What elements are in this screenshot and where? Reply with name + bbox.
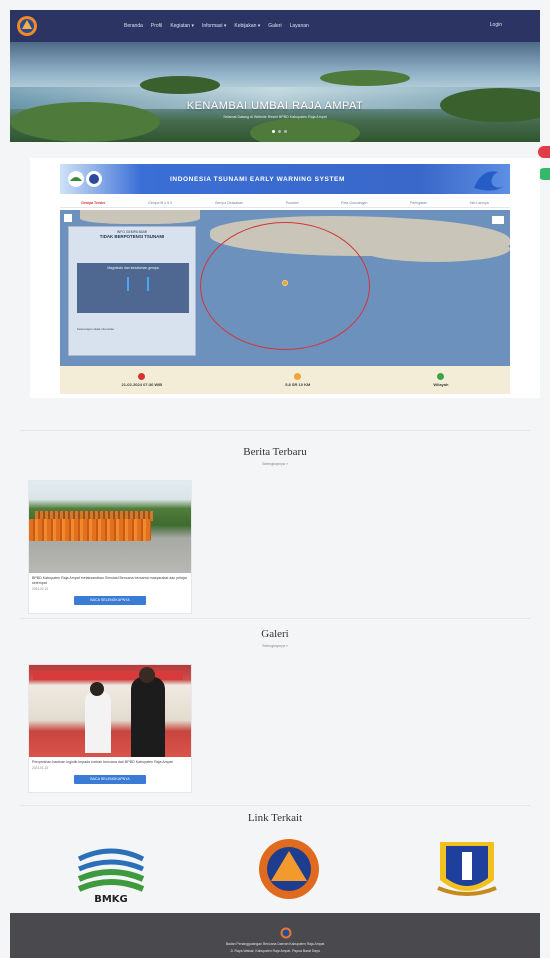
footer-logo-icon — [280, 927, 292, 939]
tab-peta-guncangan[interactable]: Peta Guncangan — [341, 201, 367, 205]
nav-item-kebijakan[interactable]: Kebijakan ▾ — [234, 23, 260, 29]
slider-dot[interactable] — [272, 130, 275, 133]
news-section-title: Berita Terbaru — [243, 446, 307, 458]
epicenter-marker-icon[interactable] — [282, 280, 288, 286]
bnpb-link[interactable] — [244, 836, 334, 902]
tsunami-status: TIDAK BERPOTENSI TSUNAMI — [99, 234, 165, 239]
gallery-section-title: Galeri — [261, 628, 289, 640]
login-link[interactable]: Login — [490, 22, 502, 28]
news-excerpt: BPBD Kabupaten Raja Ampat melaksanakan S… — [32, 576, 188, 585]
map-layer-button[interactable] — [492, 216, 504, 224]
bnpb-logo-icon[interactable] — [16, 15, 38, 37]
stat-time: 21-02-2024 07:36 WIB — [121, 373, 163, 387]
bmkg-bnpb-logos-icon — [68, 171, 102, 187]
read-more-button[interactable]: BACA SELENGKAPNYA — [74, 596, 146, 605]
news-image[interactable] — [29, 481, 191, 573]
bnpb-logo-icon — [259, 839, 319, 899]
earthquake-info-panel: INFO GEMPA BUMI TIDAK BERPOTENSI TSUNAMI… — [68, 226, 196, 356]
footer-agency: Badan Penanggulangan Bencana Daerah Kabu… — [225, 942, 325, 946]
bmkg-link[interactable]: BMKG — [66, 836, 156, 905]
map-zoom-button[interactable] — [64, 214, 72, 222]
stat-time-value: 21-02-2024 07:36 WIB — [121, 382, 163, 387]
earthquake-map[interactable]: INFO GEMPA BUMI TIDAK BERPOTENSI TSUNAMI… — [60, 210, 510, 366]
ews-tabs: Gempa Terkini Gempa M ≥ 5.0 Gempa Dirasa… — [60, 198, 510, 208]
stat-magnitude: 5.8 SR 10 KM — [285, 373, 310, 387]
nav-item-galeri[interactable]: Galeri — [268, 23, 281, 29]
gallery-excerpt: Penyerahan bantuan logistik kepada korba… — [32, 760, 173, 764]
map-land — [80, 210, 200, 224]
kabupaten-link[interactable] — [422, 836, 512, 902]
hero-island — [320, 70, 410, 86]
tab-peringatan[interactable]: Peringatan — [410, 201, 427, 205]
read-more-button[interactable]: BACA SELENGKAPNYA — [74, 775, 146, 784]
gallery-date: 2024-01-15 — [32, 766, 49, 770]
top-navbar: Beranda Profil Kegiatan ▾ Informasi ▾ Ke… — [10, 10, 540, 42]
hero-island — [140, 76, 220, 94]
gallery-card: Penyerahan bantuan logistik kepada korba… — [28, 664, 192, 793]
magnitude-icon — [294, 373, 302, 380]
slider-dot[interactable] — [278, 130, 281, 133]
clock-icon — [138, 373, 146, 380]
slider-dots[interactable] — [272, 130, 287, 133]
bmkg-label: BMKG — [94, 894, 128, 905]
news-more-link[interactable]: Selengkapnya » — [0, 462, 550, 466]
news-crowd — [29, 519, 151, 541]
bmkg-logo-icon — [77, 848, 145, 892]
stat-magnitude-value: 5.8 SR 10 KM — [285, 382, 311, 387]
nav-item-layanan[interactable]: Layanan — [290, 23, 309, 29]
news-date: 2024-02-21 — [32, 587, 49, 591]
arrow-down-icon — [147, 277, 149, 291]
stat-location: Wilayah — [433, 373, 448, 387]
section-divider — [20, 805, 530, 806]
nav-item-profil[interactable]: Profil — [151, 23, 162, 29]
affected-area-circle — [200, 222, 370, 350]
hero-title: KENAMBAI UMBAI RAJA AMPAT — [186, 100, 364, 112]
links-section-title: Link Terkait — [247, 812, 303, 824]
site-footer: Badan Penanggulangan Bencana Daerah Kabu… — [10, 913, 540, 958]
gallery-image[interactable] — [29, 665, 191, 757]
tab-tsunami[interactable]: Tsunami — [286, 201, 299, 205]
tab-info-lainnya[interactable]: Info Lainnya — [470, 201, 489, 205]
news-card: BPBD Kabupaten Raja Ampat melaksanakan S… — [28, 480, 192, 614]
gallery-person-head — [90, 682, 104, 696]
kabupaten-emblem-icon — [437, 842, 497, 896]
wave-icon — [474, 171, 504, 191]
section-divider — [20, 618, 530, 619]
hero-subtitle: Selamat Datang di Website Resmi BPBD Kab… — [223, 115, 327, 119]
intensity-scale: Keterangan skala intensitas — [77, 327, 114, 331]
gallery-more-link[interactable]: Selengkapnya » — [0, 644, 550, 648]
map-land — [360, 236, 510, 262]
section-divider — [20, 430, 530, 431]
location-pin-icon — [437, 373, 445, 380]
info-box-text: Magnitudo dan kedalaman gempa — [107, 266, 159, 270]
nav-item-informasi[interactable]: Informasi ▾ — [202, 23, 226, 29]
hero-slider[interactable]: KENAMBAI UMBAI RAJA AMPAT Selamat Datang… — [10, 42, 540, 142]
floating-red-button[interactable] — [538, 146, 550, 158]
arrow-down-icon — [127, 277, 129, 291]
tab-gempa-terkini[interactable]: Gempa Terkini — [81, 201, 105, 205]
gallery-person-head — [139, 667, 155, 683]
main-menu: Beranda Profil Kegiatan ▾ Informasi ▾ Ke… — [124, 23, 309, 29]
tab-gempa-m5[interactable]: Gempa M ≥ 5.0 — [148, 201, 172, 205]
nav-item-kegiatan[interactable]: Kegiatan ▾ — [170, 23, 194, 29]
slider-dot[interactable] — [284, 130, 287, 133]
nav-item-beranda[interactable]: Beranda — [124, 23, 143, 29]
tsunami-warning-widget: INDONESIA TSUNAMI EARLY WARNING SYSTEM G… — [30, 158, 540, 398]
gallery-person — [131, 677, 165, 757]
hero-island — [250, 118, 360, 142]
stat-location-value: Wilayah — [433, 382, 449, 387]
tab-gempa-dirasakan[interactable]: Gempa Dirasakan — [215, 201, 243, 205]
ews-header: INDONESIA TSUNAMI EARLY WARNING SYSTEM — [60, 164, 510, 194]
ews-title: INDONESIA TSUNAMI EARLY WARNING SYSTEM — [170, 176, 345, 183]
info-heading: INFO GEMPA BUMI — [116, 230, 148, 234]
info-magnitude-box: Magnitudo dan kedalaman gempa — [77, 263, 189, 313]
gallery-person — [85, 691, 111, 753]
ews-footer: 21-02-2024 07:36 WIB 5.8 SR 10 KM Wilaya… — [60, 366, 510, 394]
footer-address: Jl. Raya Waisai, Kabupaten Raja Ampat, P… — [230, 949, 320, 953]
